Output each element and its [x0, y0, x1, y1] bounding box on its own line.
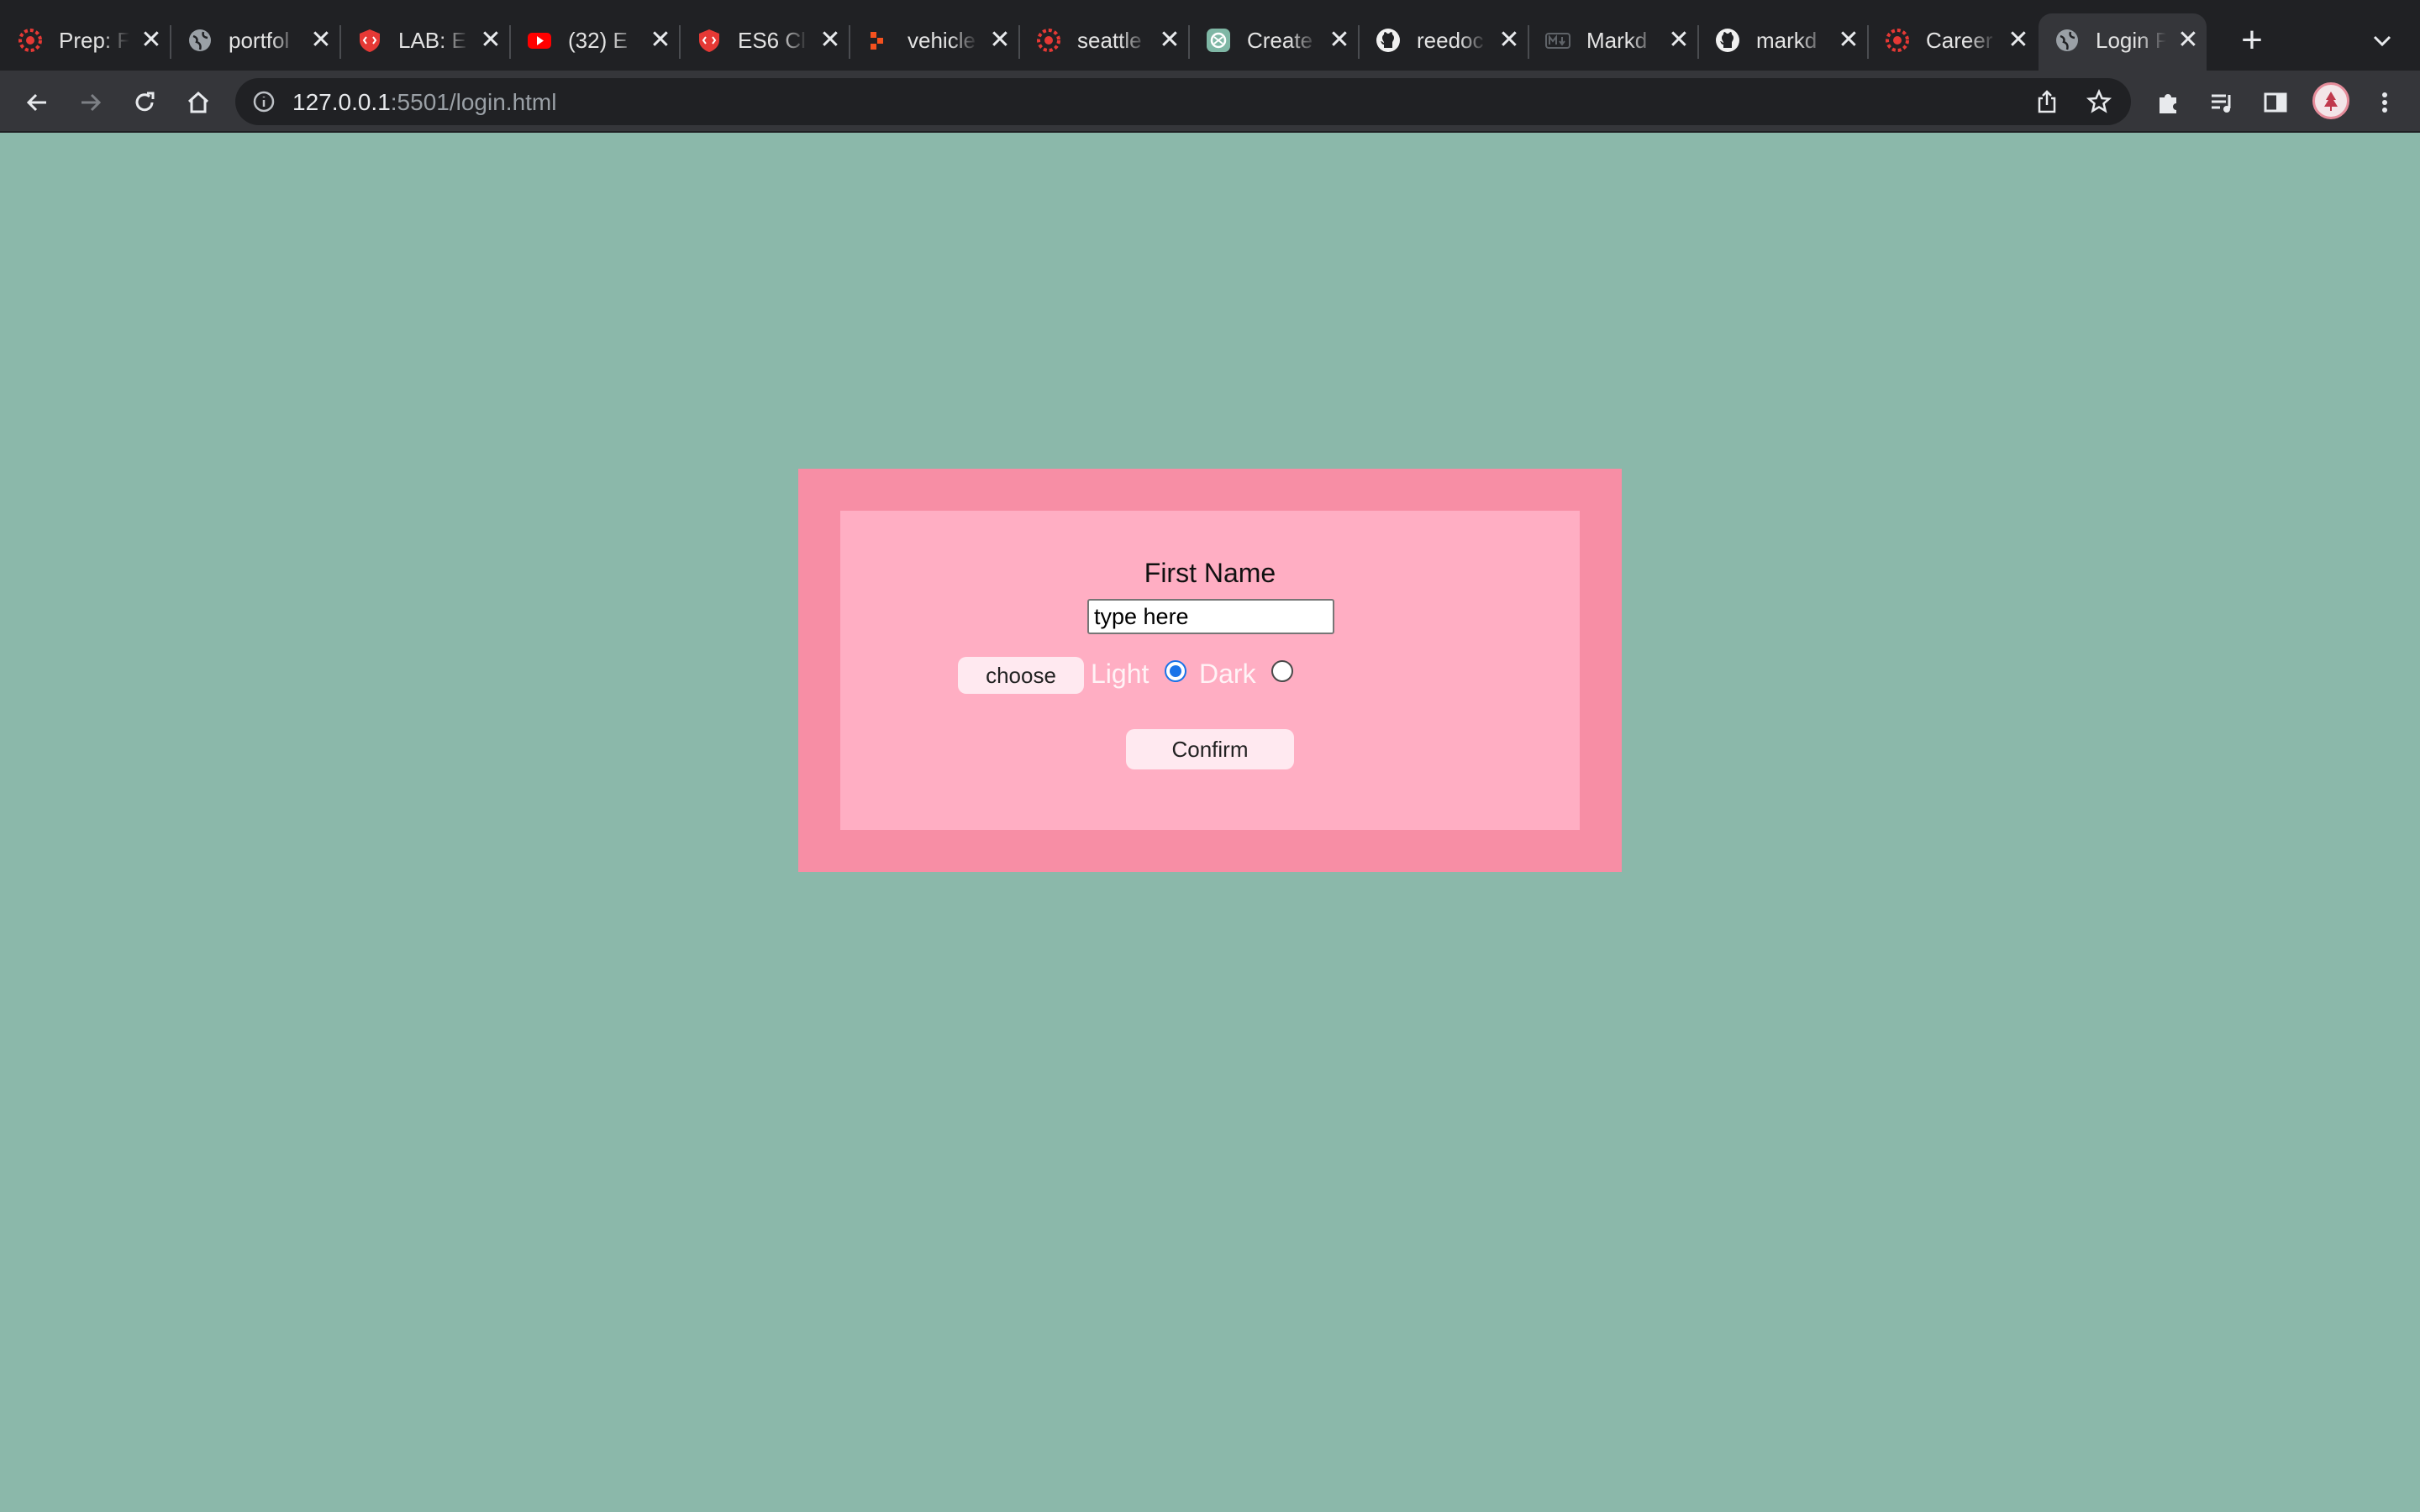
- markdown-icon: [1544, 27, 1571, 54]
- tab-title: Markd: [1586, 28, 1648, 53]
- tab-close-icon[interactable]: ✕: [818, 28, 842, 53]
- url-path: :5501/login.html: [390, 89, 557, 115]
- tab-separator: [1867, 25, 1869, 59]
- red-gear-icon: [17, 27, 44, 54]
- tab-close-icon[interactable]: ✕: [2176, 28, 2200, 53]
- page-viewport: First Name choose Light Dark Confirm: [0, 133, 2420, 1512]
- tab-title: markd: [1756, 28, 1818, 53]
- choose-button[interactable]: choose: [958, 657, 1084, 694]
- tab-close-icon[interactable]: ✕: [2007, 28, 2030, 53]
- address-bar[interactable]: 127.0.0.1:5501/login.html: [235, 78, 2131, 125]
- browser-tab[interactable]: Prep: F ✕: [2, 13, 170, 71]
- browser-tab[interactable]: Create ✕: [1190, 13, 1358, 71]
- browser-tab[interactable]: reedoc ✕: [1360, 13, 1528, 71]
- github-icon: [1714, 27, 1741, 54]
- tab-close-icon[interactable]: ✕: [1158, 28, 1181, 53]
- tab-title: portfol: [229, 28, 290, 53]
- address-url[interactable]: 127.0.0.1:5501/login.html: [292, 89, 556, 116]
- login-card-inner: First Name choose Light Dark Confirm: [840, 511, 1580, 830]
- globe-icon: [187, 27, 213, 54]
- tab-close-icon[interactable]: ✕: [1667, 28, 1691, 53]
- first-name-label: First Name: [1144, 558, 1276, 588]
- tab-separator: [170, 25, 171, 59]
- tab-title: ES6 Cl: [738, 28, 806, 53]
- tab-title: Prep: F: [59, 28, 129, 53]
- light-radio[interactable]: [1165, 660, 1186, 682]
- tab-close-icon[interactable]: ✕: [649, 28, 672, 53]
- orange-blocks-icon: [865, 27, 892, 54]
- share-icon[interactable]: [2033, 88, 2060, 115]
- tab-title: Career: [1926, 28, 1993, 53]
- tab-separator: [679, 25, 681, 59]
- tab-close-icon[interactable]: ✕: [1328, 28, 1351, 53]
- browser-tab[interactable]: markd ✕: [1699, 13, 1867, 71]
- browser-tab[interactable]: Markd ✕: [1529, 13, 1697, 71]
- tab-title: Create: [1247, 28, 1313, 53]
- forward-arrow-icon[interactable]: [74, 86, 108, 119]
- browser-tab[interactable]: vehicle ✕: [850, 13, 1018, 71]
- tab-title: seattle: [1077, 28, 1142, 53]
- tab-close-icon[interactable]: ✕: [139, 28, 163, 53]
- browser-toolbar: 127.0.0.1:5501/login.html: [0, 71, 2420, 133]
- home-icon[interactable]: [182, 86, 215, 119]
- media-queue-icon[interactable]: [2205, 86, 2238, 119]
- confirm-button[interactable]: Confirm: [1126, 729, 1294, 769]
- new-tab-button[interactable]: +: [2235, 22, 2269, 59]
- youtube-icon: [526, 27, 553, 54]
- tab-separator: [1358, 25, 1360, 59]
- tab-separator: [1697, 25, 1699, 59]
- reload-icon[interactable]: [128, 86, 161, 119]
- browser-tab[interactable]: (32) E ✕: [511, 13, 679, 71]
- tab-strip: Prep: F ✕ portfol ✕ LAB: E ✕ (32) E ✕ ES6 Cl ✕ veh…: [0, 0, 2420, 71]
- tab-separator: [339, 25, 341, 59]
- tab-title: LAB: E: [398, 28, 466, 53]
- first-name-input[interactable]: [1087, 599, 1334, 634]
- browser-tab[interactable]: portfol ✕: [171, 13, 339, 71]
- tab-separator: [1018, 25, 1020, 59]
- light-label: Light: [1091, 659, 1150, 689]
- tab-close-icon[interactable]: ✕: [1837, 28, 1860, 53]
- side-panel-icon[interactable]: [2259, 86, 2292, 119]
- login-card-outer: First Name choose Light Dark Confirm: [798, 469, 1622, 872]
- tab-separator: [1528, 25, 1529, 59]
- profile-tree-icon: [2324, 92, 2338, 111]
- browser-tab[interactable]: LAB: E ✕: [341, 13, 509, 71]
- code-shield-icon: [696, 27, 723, 54]
- github-icon: [1375, 27, 1402, 54]
- more-menu-icon[interactable]: [2368, 86, 2402, 119]
- dark-radio[interactable]: [1271, 660, 1293, 682]
- globe-icon: [2054, 27, 2081, 54]
- extensions-puzzle-icon[interactable]: [2151, 86, 2185, 119]
- browser-tab[interactable]: Career ✕: [1869, 13, 2037, 71]
- site-info-icon[interactable]: [252, 90, 276, 113]
- browser-tab[interactable]: ES6 Cl ✕: [681, 13, 849, 71]
- tab-separator: [509, 25, 511, 59]
- tab-title: reedoc: [1417, 28, 1484, 53]
- bookmark-star-icon[interactable]: [2086, 88, 2112, 115]
- chatgpt-icon: [1205, 27, 1232, 54]
- tab-close-icon[interactable]: ✕: [309, 28, 333, 53]
- code-shield-icon: [356, 27, 383, 54]
- browser-tab[interactable]: Login P ✕: [2039, 13, 2207, 71]
- tab-title: Login P: [2096, 28, 2166, 53]
- tab-separator: [1188, 25, 1190, 59]
- tab-search-chevron-icon[interactable]: [2368, 27, 2396, 55]
- browser-tab[interactable]: seattle ✕: [1020, 13, 1188, 71]
- profile-avatar[interactable]: [2312, 82, 2349, 119]
- dark-label: Dark: [1199, 659, 1256, 689]
- tab-title: vehicle: [908, 28, 976, 53]
- tab-title: (32) E: [568, 28, 628, 53]
- tab-close-icon[interactable]: ✕: [479, 28, 502, 53]
- tab-close-icon[interactable]: ✕: [1497, 28, 1521, 53]
- tab-close-icon[interactable]: ✕: [988, 28, 1012, 53]
- back-arrow-icon[interactable]: [20, 86, 54, 119]
- red-gear-icon: [1884, 27, 1911, 54]
- url-host: 127.0.0.1: [292, 89, 391, 115]
- red-gear-icon: [1035, 27, 1062, 54]
- tab-separator: [849, 25, 850, 59]
